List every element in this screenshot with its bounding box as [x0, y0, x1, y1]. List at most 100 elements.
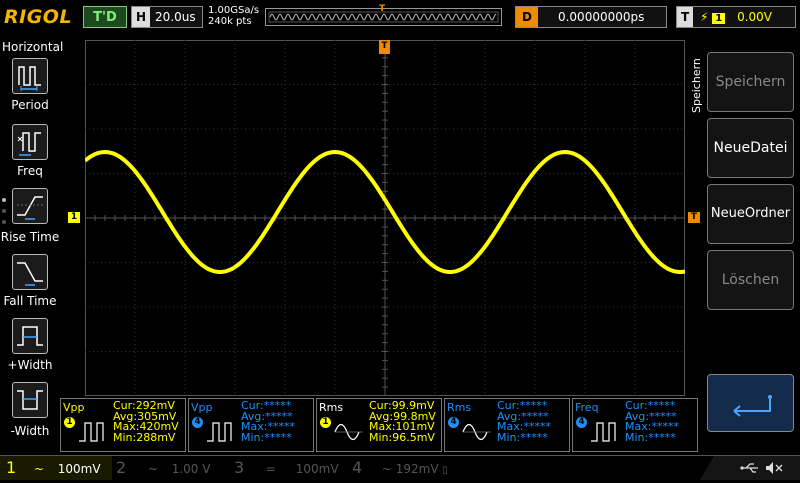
period-button[interactable]: [12, 58, 48, 94]
channel-badge: 4: [576, 417, 587, 428]
system-status-area: [700, 456, 800, 480]
trigger-key: T: [677, 7, 694, 27]
delay-box[interactable]: D 0.00000000ps: [515, 6, 667, 28]
delete-button[interactable]: Löschen: [707, 250, 794, 310]
page-dot: [2, 198, 6, 202]
page-dot: [2, 209, 6, 213]
delay-key: D: [516, 7, 538, 27]
return-button[interactable]: [707, 374, 794, 432]
trigger-status-badge: T'D: [83, 6, 127, 28]
frequency-button[interactable]: [12, 124, 48, 160]
acquisition-info: 1.00GSa/s 240k pts: [208, 5, 259, 27]
ch1-status[interactable]: 1 ~ 100mV: [0, 456, 112, 480]
save-button[interactable]: Speichern: [707, 52, 794, 112]
positive-width-label: +Width: [7, 358, 53, 372]
sine-icon: [462, 423, 491, 441]
period-label: Period: [11, 98, 49, 112]
new-folder-button[interactable]: NeueOrdner: [707, 184, 794, 244]
measurement-stats: Cur:***** Avg:***** Max:***** Min:*****: [241, 400, 295, 444]
memory-depth: 240k pts: [208, 16, 252, 27]
positive-width-icon: [17, 326, 43, 346]
measurement-stats: Cur:***** Avg:***** Max:***** Min:*****: [625, 400, 679, 444]
coupling-ac-icon: ~: [33, 462, 44, 476]
frequency-icon: [17, 132, 41, 156]
measurement-rms-ch1[interactable]: Rms 1 Cur:99.9mV Avg:99.8mV Max:101mV Min:9…: [316, 398, 442, 452]
negative-width-label: -Width: [10, 424, 50, 438]
frequency-icon: [591, 422, 616, 442]
pulse-icon: [79, 422, 104, 442]
return-arrow-icon: [733, 395, 772, 417]
stat-min: Min:*****: [241, 430, 292, 444]
channel-badge: 1: [64, 417, 75, 428]
coupling-ac-icon: ~: [147, 462, 158, 476]
coupling-dc-icon: =: [265, 462, 276, 476]
sine-icon: [334, 423, 363, 441]
measurement-freq-ch4[interactable]: Freq 4 Cur:***** Avg:***** Max:***** Min:**…: [572, 398, 698, 452]
delay-value: 0.00000000ps: [557, 10, 645, 24]
pulse-icon: [207, 422, 232, 442]
graticule: [85, 40, 685, 396]
channel-scale: 1.00 V: [171, 462, 211, 476]
left-menu-title: Horizontal: [2, 40, 64, 54]
trigger-level: 0.00V: [737, 10, 773, 24]
timebase-value: 20.0us: [155, 10, 196, 24]
channel-badge: 1: [320, 417, 331, 428]
status-icons: [740, 462, 783, 474]
measurement-name: Vpp: [191, 401, 213, 414]
positive-width-button[interactable]: [12, 318, 48, 354]
page-dot: [2, 220, 6, 224]
measurement-name: Freq: [575, 401, 599, 414]
right-menu-title: Speichern: [690, 58, 703, 114]
ch3-status[interactable]: 3 = 100mV: [234, 456, 346, 480]
sound-muted-icon: [766, 462, 783, 474]
channel-number: 2: [116, 458, 127, 477]
trigger-position-marker[interactable]: T: [379, 40, 390, 54]
ch4-status[interactable]: 4 ~ 192mV ▯: [352, 456, 462, 480]
ch1-offset-marker[interactable]: 1: [68, 212, 80, 223]
trigger-level-marker[interactable]: T: [688, 212, 700, 223]
stat-min: Min:96.5mV: [369, 430, 435, 444]
measurement-stats: Cur:99.9mV Avg:99.8mV Max:101mV Min:96.5mV: [369, 400, 436, 444]
channel-number: 3: [234, 458, 245, 477]
negative-width-button[interactable]: [12, 382, 48, 418]
fall-time-button[interactable]: [12, 254, 48, 290]
rising-edge-icon: ⚡: [700, 10, 709, 24]
rise-time-button[interactable]: [12, 188, 48, 224]
measurement-vpp-ch1[interactable]: Vpp 1 Cur:292mV Avg:305mV Max:420mV Min:288…: [60, 398, 186, 452]
waveform-display[interactable]: [85, 40, 685, 396]
horizontal-key: H: [132, 7, 151, 27]
measurement-name: Rms: [447, 401, 472, 414]
channel-scale: 100mV: [57, 462, 101, 476]
coupling-ac-icon: ~: [381, 462, 392, 476]
trigger-source: 1: [712, 13, 726, 24]
bandwidth-limit-icon: ▯: [442, 465, 448, 476]
stat-min: Min:288mV: [113, 430, 176, 444]
stat-min: Min:*****: [625, 430, 676, 444]
usb-icon: [740, 463, 758, 473]
channel-scale: 100mV: [295, 462, 339, 476]
fall-time-icon: [17, 262, 43, 286]
stat-min: Min:*****: [497, 430, 548, 444]
rise-time-icon: [17, 196, 43, 220]
channel-number: 4: [352, 458, 363, 477]
rigol-logo: RIGOL: [4, 6, 73, 28]
measurement-vpp-ch4[interactable]: Vpp 4 Cur:***** Avg:***** Max:***** Min:***…: [188, 398, 314, 452]
measurement-rms-ch4[interactable]: Rms 4 Cur:***** Avg:***** Max:***** Min:***…: [444, 398, 570, 452]
top-status-bar: RIGOL T'D H 20.0us 1.00GSa/s 240k pts T D…: [0, 0, 800, 34]
fall-time-label: Fall Time: [3, 294, 57, 308]
frequency-label: Freq: [17, 164, 43, 178]
timebase-box[interactable]: H 20.0us: [131, 6, 203, 28]
channel-badge: 4: [192, 417, 203, 428]
measurement-name: Vpp: [63, 401, 85, 414]
ch2-status[interactable]: 2 ~ 1.00 V: [116, 456, 228, 480]
trigger-position-icon: T: [379, 4, 386, 14]
negative-width-icon: [17, 390, 43, 410]
measurement-name: Rms: [319, 401, 344, 414]
memory-overview-bar[interactable]: T: [265, 4, 502, 26]
channel-badge: 4: [448, 417, 459, 428]
trigger-box[interactable]: T ⚡ 1 0.00V: [676, 6, 796, 28]
measurement-stats: Cur:292mV Avg:305mV Max:420mV Min:288mV: [113, 400, 179, 444]
period-icon: [18, 66, 41, 91]
channel-number: 1: [6, 458, 17, 477]
new-file-button[interactable]: NeueDatei: [707, 118, 794, 178]
